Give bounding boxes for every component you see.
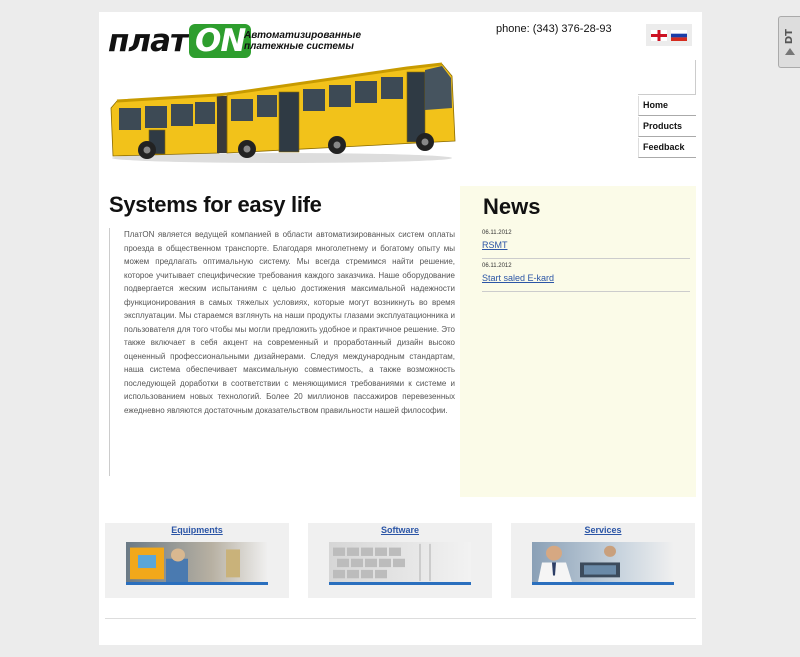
software-box: Software xyxy=(308,523,492,598)
news-title: News xyxy=(483,194,541,219)
news-date: 06.11.2012 xyxy=(482,263,512,269)
page-title: Systems for easy life xyxy=(109,192,322,217)
page: плат ON Автоматизированные платежные сис… xyxy=(99,12,702,645)
side-tab[interactable]: DT xyxy=(778,16,800,68)
about-text: ПлатON является ведущей компанией в обла… xyxy=(109,228,455,476)
software-link[interactable]: Software xyxy=(308,525,492,535)
nav-feedback[interactable]: Feedback xyxy=(638,138,696,158)
news-item: 06.11.2012 RSMT xyxy=(482,227,690,259)
equipments-image[interactable] xyxy=(126,542,268,585)
nav-box xyxy=(638,60,696,95)
arrow-up-icon xyxy=(784,47,795,55)
nav-home[interactable]: Home xyxy=(638,96,696,116)
russian-flag-icon[interactable] xyxy=(671,29,687,41)
software-image[interactable] xyxy=(329,542,471,585)
news-link[interactable]: Start saled E-kard xyxy=(482,273,690,283)
services-box: Services xyxy=(511,523,695,598)
news-link[interactable]: RSMT xyxy=(482,240,690,250)
nav-products[interactable]: Products xyxy=(638,117,696,137)
equipments-link[interactable]: Equipments xyxy=(105,525,289,535)
news-date: 06.11.2012 xyxy=(482,230,512,236)
services-image[interactable] xyxy=(532,542,674,585)
equipments-box: Equipments xyxy=(105,523,289,598)
english-flag-icon[interactable] xyxy=(651,29,667,41)
side-tab-label: DT xyxy=(784,29,795,45)
bus-illustration xyxy=(110,62,456,163)
tagline-line-1: Автоматизированные xyxy=(244,30,362,41)
news-item: 06.11.2012 Start saled E-kard xyxy=(482,260,690,292)
phone-number: phone: (343) 376-28-93 xyxy=(496,23,612,35)
services-link[interactable]: Services xyxy=(511,525,695,535)
language-switcher xyxy=(646,24,692,46)
footer-divider xyxy=(105,618,696,619)
